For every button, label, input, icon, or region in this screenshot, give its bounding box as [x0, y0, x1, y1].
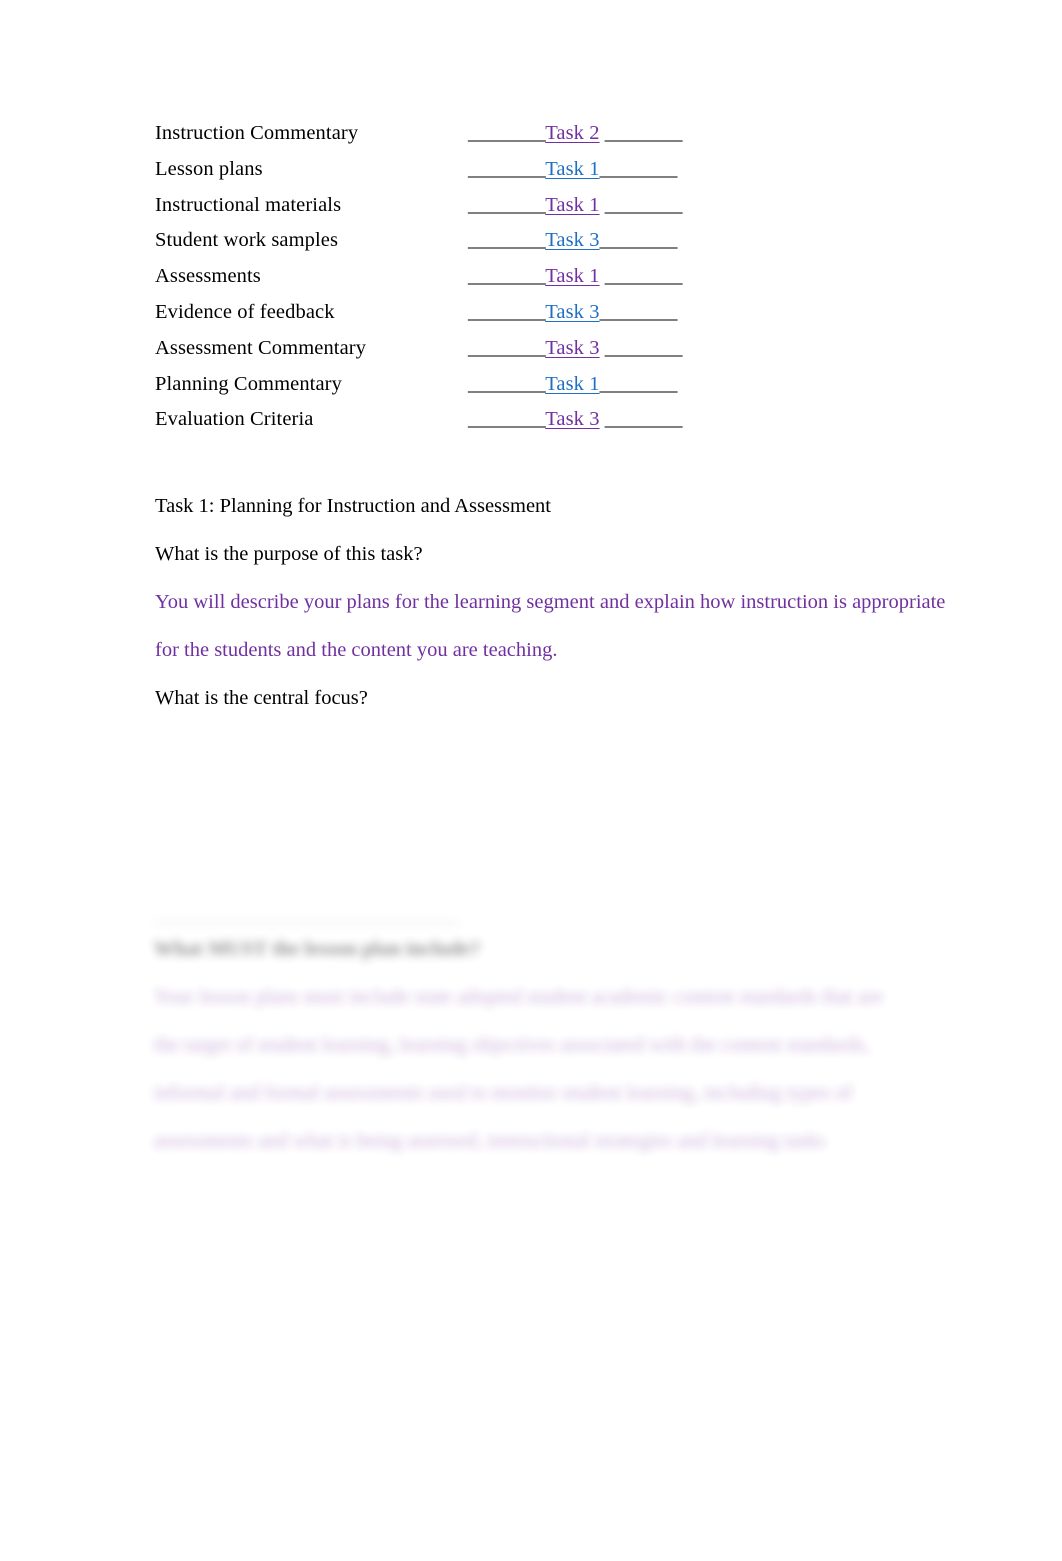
blurred-text-line: assessments and what is being assessed, …: [154, 1130, 826, 1152]
index-row-slot: ________Task 3________: [468, 301, 677, 324]
artifact-index-list: Instruction Commentary ________Task 2 __…: [155, 122, 915, 444]
trailing-rule: ________: [599, 157, 678, 180]
trailing-rule: ________: [599, 229, 678, 252]
purpose-question: What is the purpose of this task?: [155, 543, 423, 565]
index-row-label: Instructional materials: [155, 193, 342, 216]
index-row-label: Instruction Commentary: [155, 122, 359, 144]
leading-rule: ________: [468, 336, 546, 359]
index-row-label: Student work samples: [155, 229, 339, 252]
blurred-text-line: Your lesson plans must include state ado…: [154, 986, 883, 1008]
index-row-slot: ________Task 3________: [468, 229, 677, 252]
task-link[interactable]: Task 1: [545, 265, 599, 287]
leading-rule: ________: [468, 265, 546, 288]
index-row: Instructional materials ________Task 1 _…: [155, 194, 915, 230]
index-row: Assessment Commentary ________Task 3 ___…: [155, 337, 915, 373]
task-heading: Task 1: Planning for Instruction and Ass…: [155, 495, 551, 517]
task-link[interactable]: Task 3: [545, 408, 599, 430]
task-link[interactable]: Task 3: [545, 229, 599, 251]
leading-rule: ________: [468, 122, 546, 144]
document-page: Instruction Commentary ________Task 2 __…: [0, 0, 1062, 1561]
blurred-heading: What MUST the lesson plan include?: [154, 938, 480, 960]
purpose-answer: You will describe your plans for the lea…: [155, 591, 946, 661]
blurred-text-line: informal and formal assessments used to …: [154, 1082, 853, 1104]
index-row-label: Evaluation Criteria: [155, 408, 314, 431]
trailing-rule: ________: [604, 122, 683, 144]
leading-rule: ________: [468, 229, 546, 252]
trailing-rule: ________: [604, 336, 683, 359]
leading-rule: ________: [468, 157, 546, 180]
index-row-label: Assessments: [155, 265, 261, 288]
blurred-content-region: What MUST the lesson plan include? Your …: [150, 900, 940, 1190]
index-row-slot: ________Task 1________: [468, 373, 677, 396]
index-row: Evaluation Criteria ________Task 3 _____…: [155, 408, 915, 444]
task-link[interactable]: Task 1: [545, 194, 599, 216]
task-section: Task 1: Planning for Instruction and Ass…: [155, 482, 955, 722]
trailing-rule: ________: [599, 372, 678, 395]
blurred-divider: [154, 922, 459, 924]
index-row: Evidence of feedback ________Task 3_____…: [155, 301, 915, 337]
task-link[interactable]: Task 1: [545, 158, 599, 180]
leading-rule: ________: [468, 408, 546, 431]
leading-rule: ________: [468, 372, 546, 395]
index-row-slot: ________Task 1 ________: [468, 265, 683, 288]
index-row: Assessments ________Task 1 ________: [155, 265, 915, 301]
index-row: Instruction Commentary ________Task 2 __…: [155, 122, 915, 158]
index-row-slot: ________Task 3 ________: [468, 336, 683, 360]
index-row-label: Assessment Commentary: [155, 336, 367, 359]
index-row: Lesson plans ________Task 1________: [155, 158, 915, 194]
index-row-slot: ________Task 1________: [468, 158, 677, 181]
index-row: Student work samples ________Task 3_____…: [155, 229, 915, 265]
leading-rule: ________: [468, 300, 546, 323]
blurred-text-line: the target of student learning, learning…: [154, 1034, 870, 1056]
trailing-rule: ________: [604, 408, 683, 431]
trailing-rule: ________: [599, 300, 678, 323]
leading-rule: ________: [468, 193, 546, 216]
trailing-rule: ________: [604, 265, 683, 288]
index-row-slot: ________Task 3 ________: [468, 408, 683, 431]
task-link[interactable]: Task 3: [545, 337, 599, 359]
task-link[interactable]: Task 2: [545, 122, 599, 144]
index-row-slot: ________Task 1 ________: [468, 193, 683, 217]
central-focus-question: What is the central focus?: [155, 687, 368, 709]
task-link[interactable]: Task 1: [545, 373, 599, 395]
index-row: Planning Commentary ________Task 1______…: [155, 373, 915, 409]
task-link[interactable]: Task 3: [545, 301, 599, 323]
trailing-rule: ________: [604, 193, 683, 216]
index-row-slot: ________Task 2 ________: [468, 122, 683, 145]
index-row-label: Planning Commentary: [155, 372, 342, 395]
index-row-label: Lesson plans: [155, 157, 263, 180]
index-row-label: Evidence of feedback: [155, 300, 335, 323]
